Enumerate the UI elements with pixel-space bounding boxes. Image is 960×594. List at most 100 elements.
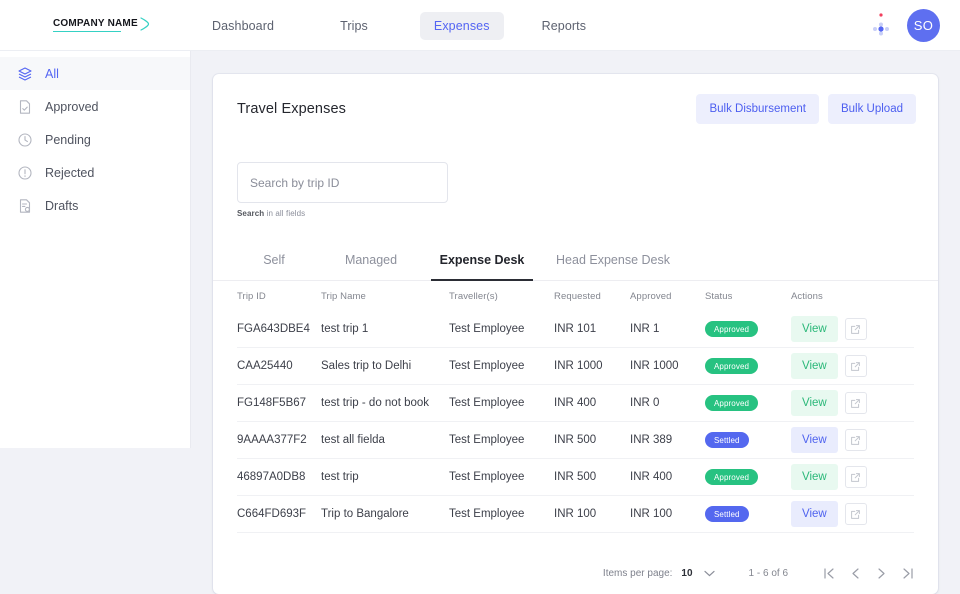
logo-text: COMPANY NAME [53,18,138,29]
cell-traveller: Test Employee [449,397,554,409]
items-per-page-value: 10 [681,568,692,579]
view-button[interactable]: View [791,464,838,490]
cell-approved: INR 1000 [630,360,705,372]
search-hint: Search in all fields [237,209,914,218]
table-row: C664FD693FTrip to BangaloreTest Employee… [237,496,914,533]
cell-trip-id: 46897A0DB8 [237,471,321,483]
nav-item-trips[interactable]: Trips [326,12,382,40]
logo-arrow-icon [140,17,150,30]
cell-traveller: Test Employee [449,323,554,335]
document-check-icon [17,99,33,115]
logo-underline [53,31,121,33]
cell-traveller: Test Employee [449,360,554,372]
avatar[interactable]: SO [907,9,940,42]
cell-status: Settled [705,432,791,448]
sidebar-item-pending[interactable]: Pending [0,123,190,156]
edit-square-icon [850,472,861,483]
last-page-icon[interactable] [894,560,920,586]
edit-button[interactable] [845,355,867,377]
next-page-icon[interactable] [868,560,894,586]
cell-requested: INR 500 [554,471,630,483]
column-header-actions: Actions [791,291,911,302]
alert-circle-icon [17,165,33,181]
edit-button[interactable] [845,503,867,525]
first-page-icon[interactable] [816,560,842,586]
previous-page-icon[interactable] [842,560,868,586]
table-header: Trip ID Trip Name Traveller(s) Requested… [237,281,914,311]
status-badge: Approved [705,358,758,374]
sidebar-item-label: All [45,67,59,81]
cell-status: Approved [705,358,791,374]
sidebar-item-label: Drafts [45,199,78,213]
view-button[interactable]: View [791,390,838,416]
sidebar-item-approved[interactable]: Approved [0,90,190,123]
view-button[interactable]: View [791,501,838,527]
sidebar-item-drafts[interactable]: Drafts [0,189,190,222]
status-badge: Settled [705,506,749,522]
expense-tabs: Self Managed Expense Desk Head Expense D… [213,245,938,281]
nav-item-expenses[interactable]: Expenses [420,12,504,40]
cell-actions: View [791,390,911,416]
status-badge: Approved [705,395,758,411]
pagination-range: 1 - 6 of 6 [749,568,788,579]
expenses-table: Trip ID Trip Name Traveller(s) Requested… [213,281,938,533]
column-header-approved: Approved [630,291,705,302]
cell-actions: View [791,427,911,453]
search-input[interactable] [250,176,435,190]
table-row: FG148F5B67test trip - do not bookTest Em… [237,385,914,422]
cell-approved: INR 0 [630,397,705,409]
table-row: 9AAAA377F2test all fieldaTest EmployeeIN… [237,422,914,459]
column-header-requested: Requested [554,291,630,302]
column-header-trip-id: Trip ID [237,291,321,302]
cell-trip-name: Trip to Bangalore [321,508,449,520]
cell-trip-name: test all fielda [321,434,449,446]
table-row: 46897A0DB8test tripTest EmployeeINR 500I… [237,459,914,496]
cell-actions: View [791,464,911,490]
company-logo[interactable]: COMPANY NAME [53,17,150,30]
view-button[interactable]: View [791,353,838,379]
view-button[interactable]: View [791,316,838,342]
card-header-actions: Bulk Disbursement Bulk Upload [696,94,916,124]
sidebar-item-label: Pending [45,133,91,147]
cell-trip-name: test trip - do not book [321,397,449,409]
items-per-page-dropdown[interactable] [704,570,715,577]
cell-status: Approved [705,469,791,485]
edit-button[interactable] [845,466,867,488]
column-header-status: Status [705,291,791,302]
cell-traveller: Test Employee [449,471,554,483]
cell-requested: INR 400 [554,397,630,409]
edit-button[interactable] [845,392,867,414]
edit-square-icon [850,361,861,372]
edit-square-icon [850,398,861,409]
apps-grid-icon[interactable] [868,12,894,40]
tab-managed[interactable]: Managed [311,245,431,280]
search-box[interactable] [237,162,448,203]
edit-button[interactable] [845,318,867,340]
main-navigation: Dashboard Trips Expenses Reports [198,0,600,51]
bulk-disbursement-button[interactable]: Bulk Disbursement [696,94,819,124]
edit-square-icon [850,509,861,520]
edit-button[interactable] [845,429,867,451]
sidebar-item-label: Rejected [45,166,94,180]
tab-head-expense-desk[interactable]: Head Expense Desk [533,245,693,280]
tab-expense-desk[interactable]: Expense Desk [431,245,533,280]
cell-traveller: Test Employee [449,434,554,446]
sidebar-item-all[interactable]: All [0,57,190,90]
cell-trip-id: 9AAAA377F2 [237,434,321,446]
tab-self[interactable]: Self [237,245,311,280]
search-section: Search in all fields [213,144,938,218]
table-row: CAA25440Sales trip to DelhiTest Employee… [237,348,914,385]
sidebar: All Approved Pending Rejected Drafts [0,51,191,448]
cell-status: Approved [705,395,791,411]
sidebar-item-rejected[interactable]: Rejected [0,156,190,189]
cell-approved: INR 100 [630,508,705,520]
card-header: Travel Expenses Bulk Disbursement Bulk U… [213,74,938,144]
nav-item-reports[interactable]: Reports [528,12,600,40]
bulk-upload-button[interactable]: Bulk Upload [828,94,916,124]
nav-item-dashboard[interactable]: Dashboard [198,12,288,40]
edit-square-icon [850,435,861,446]
cell-trip-id: C664FD693F [237,508,321,520]
page-title: Travel Expenses [237,101,346,117]
view-button[interactable]: View [791,427,838,453]
cell-requested: INR 101 [554,323,630,335]
